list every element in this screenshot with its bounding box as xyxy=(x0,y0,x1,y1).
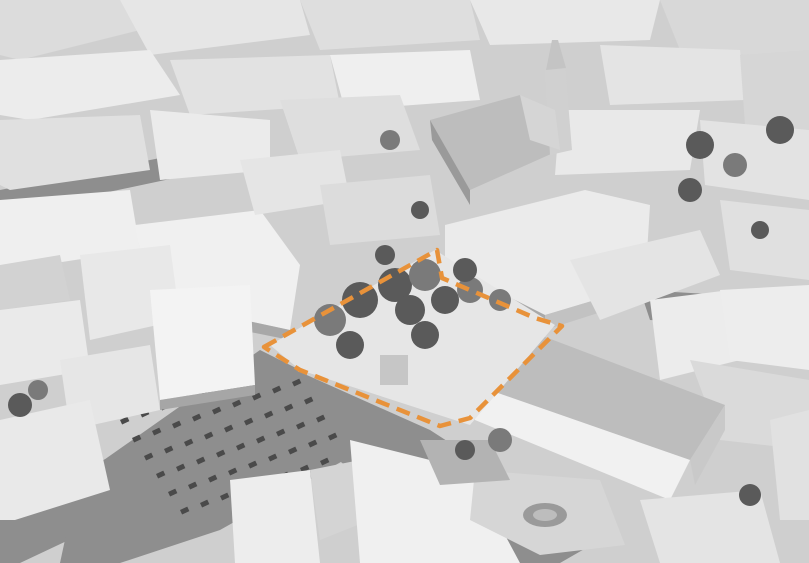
building xyxy=(720,285,809,370)
tree xyxy=(488,428,512,452)
tree xyxy=(336,331,364,359)
tree xyxy=(411,201,429,219)
tree xyxy=(678,178,702,202)
aerial-3d-city-render xyxy=(0,0,809,563)
tree xyxy=(375,245,395,265)
building xyxy=(230,470,320,563)
building xyxy=(555,110,700,175)
building xyxy=(150,285,255,400)
city-map xyxy=(0,0,809,563)
building xyxy=(600,45,745,105)
tree xyxy=(28,380,48,400)
tree xyxy=(380,130,400,150)
tree xyxy=(739,484,761,506)
tree xyxy=(751,221,769,239)
plaza-fountain-inner xyxy=(533,509,557,521)
tree xyxy=(453,258,477,282)
tree xyxy=(723,153,747,177)
tree xyxy=(395,295,425,325)
building xyxy=(720,200,809,280)
tree xyxy=(455,440,475,460)
tree xyxy=(409,259,441,291)
tree xyxy=(431,286,459,314)
small-pavilion xyxy=(380,355,408,385)
building xyxy=(470,0,660,45)
tree xyxy=(8,393,32,417)
tree xyxy=(686,131,714,159)
tree xyxy=(766,116,794,144)
tree xyxy=(411,321,439,349)
building xyxy=(280,95,420,160)
